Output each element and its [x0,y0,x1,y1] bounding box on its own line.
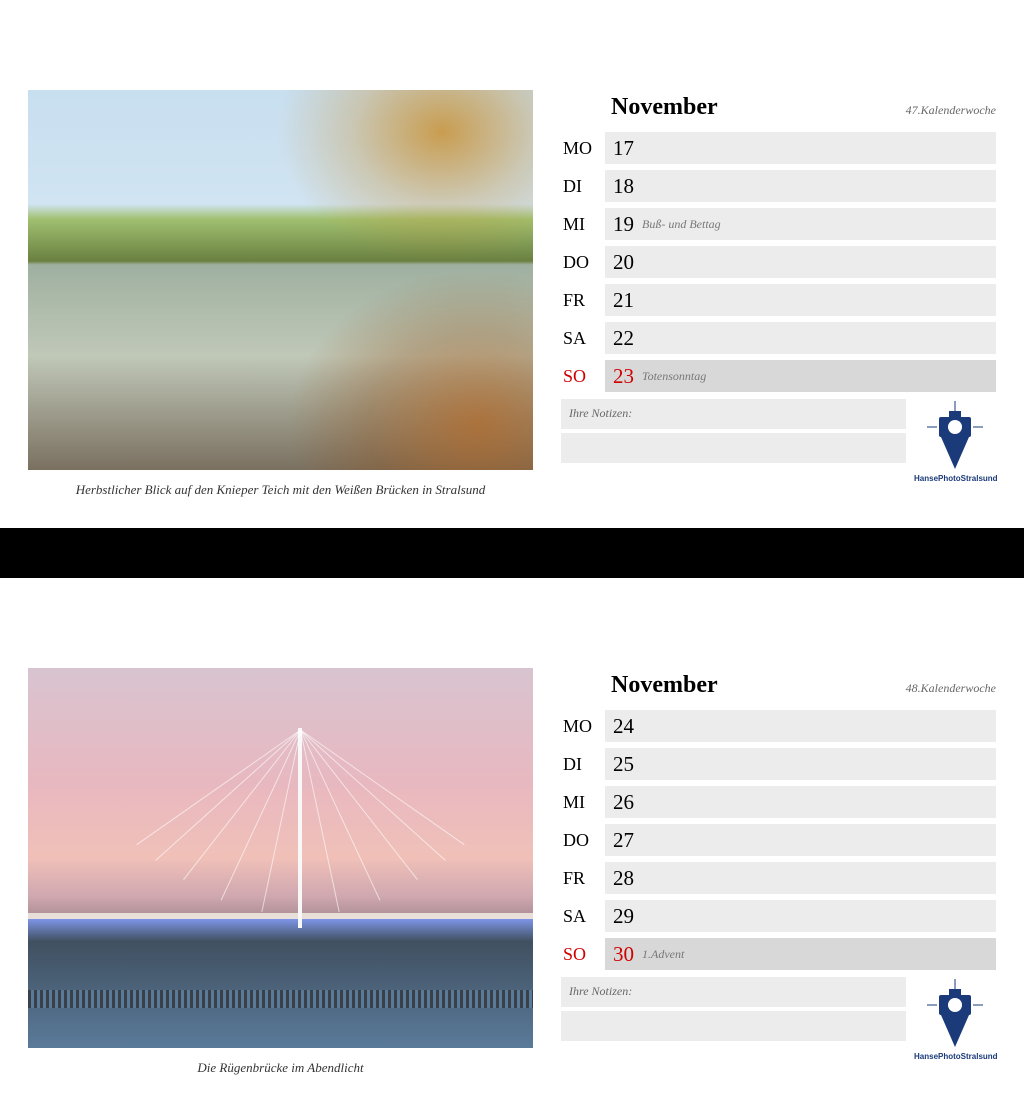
day-row: FR 21 [561,283,996,317]
day-bar: 27 [605,824,996,856]
day-row: SA 22 [561,321,996,355]
notes-box: Ihre Notizen: [561,977,906,1061]
day-number: 21 [613,288,634,313]
notes-section: Ihre Notizen: HansePhotoStralsund [561,977,996,1061]
day-number: 20 [613,250,634,275]
day-abbrev: MO [561,716,605,737]
day-bar: 17 [605,132,996,164]
day-row: DI 18 [561,169,996,203]
camera-icon [919,399,991,471]
photo-caption: Die Rügenbrücke im Abendlicht [28,1060,533,1076]
day-abbrev: DI [561,176,605,197]
day-bar: 24 [605,710,996,742]
day-row: SO 30 1.Advent [561,937,996,971]
calendar-page: Herbstlicher Blick auf den Knieper Teich… [0,0,1024,528]
day-number: 27 [613,828,634,853]
calendar-column: November 47.Kalenderwoche MO 17 DI 18 MI 19 Bu… [561,90,996,498]
notes-section: Ihre Notizen: HansePhotoStralsund [561,399,996,483]
day-abbrev: MO [561,138,605,159]
day-bar: 26 [605,786,996,818]
brand-label: HansePhotoStralsund [914,474,996,483]
day-number: 29 [613,904,634,929]
day-abbrev: DI [561,754,605,775]
day-row: MO 24 [561,709,996,743]
day-abbrev: SA [561,328,605,349]
notes-blank [561,433,906,463]
day-number: 18 [613,174,634,199]
calendar-header: November 47.Kalenderwoche [561,94,996,131]
week-number-label: 47.Kalenderwoche [906,103,996,118]
day-number: 28 [613,866,634,891]
day-abbrev: MI [561,792,605,813]
day-number: 26 [613,790,634,815]
day-row: DO 27 [561,823,996,857]
day-bar: 28 [605,862,996,894]
day-row: DO 20 [561,245,996,279]
day-row: MI 19 Buß- und Bettag [561,207,996,241]
calendar-column: November 48.Kalenderwoche MO 24 DI 25 MI 26 DO… [561,668,996,1076]
day-number: 30 [613,942,634,967]
brand-logo: HansePhotoStralsund [914,399,996,483]
day-bar: 19 Buß- und Bettag [605,208,996,240]
photo-caption: Herbstlicher Blick auf den Knieper Teich… [28,482,533,498]
day-abbrev: SA [561,906,605,927]
day-bar: 25 [605,748,996,780]
day-note: Totensonntag [642,369,706,384]
day-row: MI 26 [561,785,996,819]
day-bar: 20 [605,246,996,278]
day-abbrev: SO [561,366,605,387]
day-bar: 21 [605,284,996,316]
week-number-label: 48.Kalenderwoche [906,681,996,696]
day-number: 25 [613,752,634,777]
month-label: November [611,672,718,699]
days-list: MO17DI18MI19Buß- und BettagDO20FR21SA22S… [561,131,996,393]
camera-icon [919,977,991,1049]
month-label: November [611,94,718,121]
day-bar: 22 [605,322,996,354]
day-abbrev: FR [561,290,605,311]
notes-label: Ihre Notizen: [561,977,906,1007]
day-bar: 18 [605,170,996,202]
photo-column: Herbstlicher Blick auf den Knieper Teich… [28,90,533,498]
day-bar: 23 Totensonntag [605,360,996,392]
day-row: DI 25 [561,747,996,781]
day-row: SO 23 Totensonntag [561,359,996,393]
day-number: 24 [613,714,634,739]
brand-logo: HansePhotoStralsund [914,977,996,1061]
day-number: 22 [613,326,634,351]
day-row: SA 29 [561,899,996,933]
day-bar: 29 [605,900,996,932]
days-list: MO 24 DI 25 MI 26 DO 27 FR 28 SA 29 SO 30 1.Advent [561,709,996,971]
photo-column: Die Rügenbrücke im Abendlicht [28,668,533,1076]
calendar-header: November 48.Kalenderwoche [561,672,996,709]
day-bar: 30 1.Advent [605,938,996,970]
notes-box: Ihre Notizen: [561,399,906,483]
page-divider [0,528,1024,578]
day-abbrev: DO [561,252,605,273]
calendar-page: Die Rügenbrücke im Abendlicht November 4… [0,578,1024,1106]
week-photo [28,90,533,470]
day-abbrev: DO [561,830,605,851]
day-note: Buß- und Bettag [642,217,721,232]
day-abbrev: FR [561,868,605,889]
day-row: FR 28 [561,861,996,895]
notes-blank [561,1011,906,1041]
day-number: 17 [613,136,634,161]
day-abbrev: MI [561,214,605,235]
brand-label: HansePhotoStralsund [914,1052,996,1061]
day-note: 1.Advent [642,947,684,962]
day-number: 19 [613,212,634,237]
day-row: MO 17 [561,131,996,165]
day-abbrev: SO [561,944,605,965]
notes-label: Ihre Notizen: [561,399,906,429]
day-number: 23 [613,364,634,389]
week-photo [28,668,533,1048]
